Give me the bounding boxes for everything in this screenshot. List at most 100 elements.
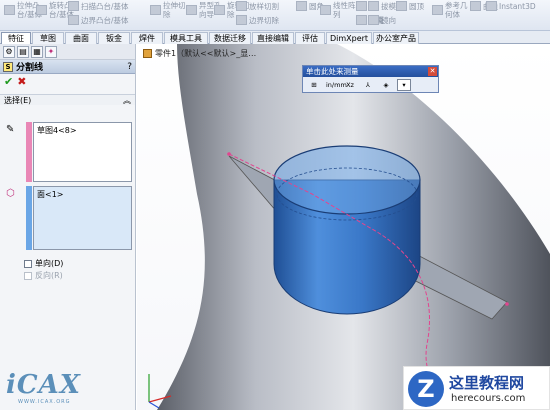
ribbon-button[interactable]: 放样切割 bbox=[236, 1, 279, 11]
icax-logo-url: WWW.ICAX.ORG bbox=[18, 399, 71, 405]
tab-5[interactable]: 模具工具 bbox=[164, 32, 208, 44]
configuration-manager-icon[interactable]: ▦ bbox=[31, 46, 43, 58]
ribbon-button[interactable]: 拔模 bbox=[368, 1, 396, 11]
ribbon-button-label: 扫描凸台/基体 bbox=[81, 1, 129, 11]
ribbon-button[interactable]: 拉伸切 除 bbox=[150, 1, 186, 19]
ribbon-button[interactable]: Instant3D bbox=[486, 1, 536, 11]
ribbon-button[interactable]: 线性阵 列 bbox=[320, 1, 356, 19]
property-manager-panel: ⚙ ▤ ▦ ✦ S 分割线 ? ✔ ✖ 选择(E) ︽ ✎ 草图4<8> ⬡ 面… bbox=[0, 44, 136, 410]
ribbon-button-label: 拔模 bbox=[381, 1, 396, 11]
reverse-direction-label: 反向(R) bbox=[35, 271, 63, 280]
site-logo-mark: Z bbox=[408, 371, 444, 407]
dropdown-icon[interactable]: ▾ bbox=[397, 79, 411, 91]
ribbon-button-label: 放样切割 bbox=[249, 1, 279, 11]
dome-icon bbox=[396, 1, 407, 11]
point-to-point-icon[interactable]: ⅄ bbox=[361, 79, 375, 91]
face-selection-item[interactable]: 面<1> bbox=[37, 190, 64, 199]
tab-3[interactable]: 钣金 bbox=[98, 32, 130, 44]
ribbon-button[interactable]: 边界凸台/基体 bbox=[68, 15, 129, 25]
xyz-icon[interactable]: Xz bbox=[343, 79, 357, 91]
measure-title-text: 单击此处来测量 bbox=[306, 67, 359, 76]
ribbon-button[interactable]: 参考几 何体 bbox=[432, 1, 468, 19]
sketch-endpoint[interactable] bbox=[505, 302, 509, 306]
graphics-viewport[interactable]: 零件1（默认<<默认>_显… bbox=[137, 44, 550, 410]
curves-icon bbox=[470, 1, 481, 11]
ribbon-button[interactable]: 镜向 bbox=[368, 15, 396, 25]
selection-group-header[interactable]: 选择(E) ︽ bbox=[0, 94, 135, 105]
command-manager-ribbon: 拉伸凸 台/基体 旋转凸 台/基体 扫描凸台/基体 边界凸台/基体 拉伸切 除异型孔 向… bbox=[0, 0, 550, 31]
revolve-boss-icon bbox=[36, 5, 47, 15]
model-canvas[interactable] bbox=[137, 44, 550, 410]
sketch-selection-item[interactable]: 草图4<8> bbox=[37, 126, 77, 135]
part-name[interactable]: 零件1（默认<<默认>_显… bbox=[155, 48, 256, 59]
close-icon[interactable]: ✕ bbox=[428, 67, 437, 76]
history-icon[interactable]: ◈ bbox=[379, 79, 393, 91]
icax-logo: iCAX bbox=[6, 370, 81, 400]
draft-icon bbox=[368, 1, 379, 11]
tab-1[interactable]: 草图 bbox=[32, 32, 64, 44]
tab-9[interactable]: DimXpert bbox=[326, 32, 372, 44]
sketch-selection-box[interactable]: 草图4<8> bbox=[33, 122, 132, 182]
cancel-button[interactable]: ✖ bbox=[17, 75, 26, 88]
ribbon-button-label: Instant3D bbox=[499, 1, 536, 11]
site-url: herecours.com bbox=[451, 393, 526, 404]
tab-6[interactable]: 数据迁移 bbox=[209, 32, 251, 44]
feature-tree-flyout[interactable]: 零件1（默认<<默认>_显… bbox=[143, 48, 256, 59]
sketch-color-bar bbox=[26, 122, 32, 182]
face-selection-box[interactable]: 面<1> bbox=[33, 186, 132, 250]
loft-cut-icon bbox=[236, 1, 247, 11]
ok-button[interactable]: ✔ bbox=[4, 75, 13, 88]
instant3d-icon bbox=[486, 1, 497, 11]
single-direction-label: 单向(D) bbox=[35, 259, 64, 268]
site-name: 这里教程网 bbox=[449, 374, 525, 392]
revolved-cut-icon bbox=[214, 5, 225, 15]
measure-toolbar-title[interactable]: 单击此处来测量 ✕ bbox=[303, 66, 438, 77]
single-direction-checkbox[interactable]: 单向(D) bbox=[24, 258, 63, 269]
ribbon-button-label: 拉伸切 除 bbox=[163, 1, 186, 19]
ribbon-button[interactable]: 圆顶 bbox=[396, 1, 424, 11]
measure-arc-icon[interactable]: ⊞ bbox=[307, 79, 321, 91]
face-select-icon: ⬡ bbox=[6, 188, 15, 199]
ribbon-button[interactable]: 边界切除 bbox=[236, 15, 279, 25]
split-line-icon: S bbox=[3, 61, 13, 72]
ribbon-button-label: 线性阵 列 bbox=[333, 1, 356, 19]
single-direction-box[interactable] bbox=[24, 259, 32, 268]
measure-toolbar[interactable]: 单击此处来测量 ✕ ⊞ in/mm Xz ⅄ ◈ ▾ bbox=[302, 65, 439, 93]
sketch-endpoint[interactable] bbox=[227, 152, 231, 156]
face-selection-row: ⬡ 面<1> bbox=[4, 186, 132, 250]
ok-cancel-row: ✔ ✖ bbox=[0, 74, 135, 88]
help-button[interactable]: ? bbox=[127, 62, 132, 72]
property-manager-icon[interactable]: ▤ bbox=[17, 46, 29, 58]
tab-2[interactable]: 曲面 bbox=[65, 32, 97, 44]
ribbon-button-label: 圆顶 bbox=[409, 1, 424, 11]
hole-wizard-icon bbox=[186, 5, 197, 15]
tab-7[interactable]: 直接编辑 bbox=[252, 32, 294, 44]
mirror-icon bbox=[368, 15, 379, 25]
tab-10[interactable]: 办公室产品 bbox=[373, 32, 419, 44]
units-icon[interactable]: in/mm bbox=[325, 79, 347, 91]
part-icon bbox=[143, 49, 152, 58]
tab-8[interactable]: 评估 bbox=[295, 32, 325, 44]
linear-pattern-icon bbox=[320, 5, 331, 15]
sketch-pencil-icon: ✎ bbox=[6, 124, 15, 135]
wrap-icon bbox=[356, 15, 367, 25]
measure-button-row: ⊞ in/mm Xz ⅄ ◈ ▾ bbox=[303, 77, 438, 93]
ribbon-button-label: 边界凸台/基体 bbox=[81, 15, 129, 25]
extrude-boss-icon bbox=[4, 5, 15, 15]
fillet-icon bbox=[296, 1, 307, 11]
rib-icon bbox=[356, 1, 367, 11]
ribbon-button-label: 镜向 bbox=[381, 15, 396, 25]
dimxpert-manager-icon[interactable]: ✦ bbox=[45, 46, 57, 58]
face-color-bar bbox=[26, 186, 32, 250]
ribbon-button-label: 参考几 何体 bbox=[445, 1, 468, 19]
collapse-icon[interactable]: ︽ bbox=[123, 95, 131, 106]
tab-4[interactable]: 焊件 bbox=[131, 32, 163, 44]
ribbon-button[interactable]: 扫描凸台/基体 bbox=[68, 1, 129, 11]
selection-group-label: 选择(E) bbox=[4, 95, 32, 105]
property-manager-title: S 分割线 ? bbox=[0, 60, 135, 74]
feature-tree-icon[interactable]: ⚙ bbox=[3, 46, 15, 58]
cylinder-top-rim[interactable] bbox=[273, 145, 421, 215]
panel-toolbar: ⚙ ▤ ▦ ✦ bbox=[0, 44, 135, 60]
boundary-boss-icon bbox=[68, 15, 79, 25]
reference-geometry-icon bbox=[432, 5, 443, 15]
